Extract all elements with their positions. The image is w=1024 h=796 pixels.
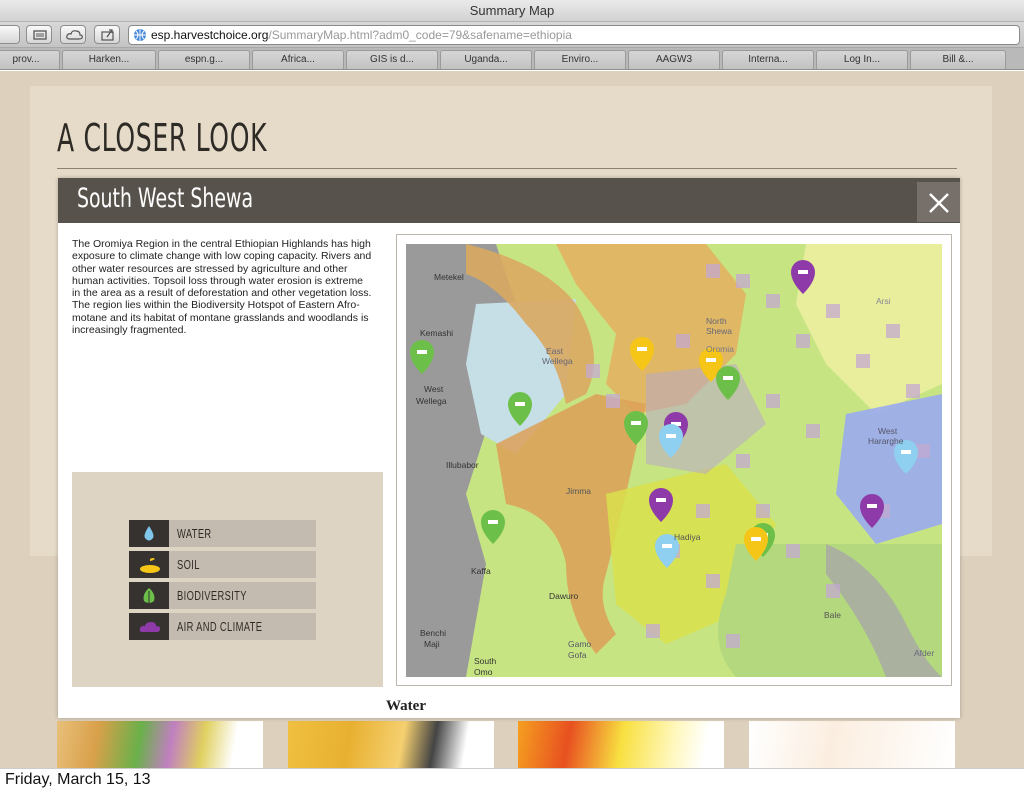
globe-icon [134,29,146,41]
map-label: Maji [424,639,440,649]
close-icon [929,193,949,213]
bookmark-item[interactable]: Harken... [62,50,156,69]
url-host: esp.harvestchoice.org [151,28,269,42]
reader-button[interactable] [26,25,52,44]
map-label: Gamo [568,639,591,649]
cloud-icon [139,622,161,632]
map-label: Benchi [420,628,446,638]
share-icon [101,29,114,41]
map-label: North [706,316,727,326]
map-label: Kemashi [420,328,453,338]
map-label: Wellega [542,356,573,366]
section-label-water: Water [386,698,426,714]
legend-icon-box [129,551,169,578]
title-divider [57,168,957,169]
map-label: Afder [914,648,934,658]
map-label: Jimma [566,486,591,496]
modal-title: South West Shewa [77,183,254,214]
cloud-icon [66,30,83,40]
bookmark-item[interactable]: Interna... [722,50,814,69]
legend-icon-box [129,582,169,609]
sidebar-button[interactable] [0,25,20,44]
slide-footer [0,768,1024,796]
map-label: Illubabor [446,460,479,470]
thumbnail-map-2[interactable] [288,721,494,768]
bookmark-item[interactable]: Africa... [252,50,344,69]
thumbnail-map-4[interactable] [749,721,955,768]
map-canvas: Metekel Kemashi West Wellega East Welleg… [406,244,942,677]
legend-panel: WATER SOIL BIODIVERSITY AIR AND CLIMATE [72,472,383,687]
bookmark-item[interactable]: Bill &... [910,50,1006,69]
leaf-icon [143,588,155,604]
bookmark-item[interactable]: Log In... [816,50,908,69]
reader-icon [33,30,47,40]
map-label: Dawuro [549,591,579,601]
map-label: Metekel [434,272,464,282]
map-label: Gofa [568,650,587,660]
browser-toolbar: esp.harvestchoice.org/SummaryMap.html?ad… [0,22,1024,48]
plant-soil-icon [140,558,160,573]
bookmark-item[interactable]: prov... [0,50,60,69]
region-map[interactable]: Metekel Kemashi West Wellega East Welleg… [406,244,942,677]
legend-item-air-climate[interactable]: AIR AND CLIMATE [129,613,316,640]
bookmarks-bar: prov... Harken... espn.g... Africa... GI… [0,48,1024,70]
map-label: West [878,426,898,436]
legend-item-water[interactable]: WATER [129,520,316,547]
window-title-bar: Summary Map [0,0,1024,22]
map-label: Arsi [876,296,891,306]
map-label: Hararghe [868,436,904,446]
legend-icon-box [129,613,169,640]
bookmark-item[interactable]: Enviro... [534,50,626,69]
bookmark-item[interactable]: AAGW3 [628,50,720,69]
close-button[interactable] [917,182,960,222]
thumbnail-map-1[interactable] [57,721,263,768]
bookmark-item[interactable]: Uganda... [440,50,532,69]
share-button[interactable] [94,25,120,44]
map-label: Oromia [706,344,734,354]
legend-label: WATER [177,526,212,541]
legend-label: AIR AND CLIMATE [177,619,263,634]
icloud-button[interactable] [60,25,86,44]
map-label: Omo [474,667,493,677]
region-description: The Oromiya Region in the central Ethiop… [72,238,372,337]
map-label: Wellega [416,396,447,406]
legend-item-soil[interactable]: SOIL [129,551,316,578]
bookmark-item[interactable]: GIS is d... [346,50,438,69]
map-label: West [424,384,444,394]
thumbnail-map-3[interactable] [518,721,724,768]
address-bar[interactable]: esp.harvestchoice.org/SummaryMap.html?ad… [128,25,1020,45]
bookmark-item[interactable]: espn.g... [158,50,250,69]
legend-icon-box [129,520,169,547]
window-title: Summary Map [469,3,555,18]
water-drop-icon [144,526,154,541]
map-label: South [474,656,496,666]
modal-header: South West Shewa [58,178,960,223]
legend-label: SOIL [177,557,200,572]
map-label: Hadiya [674,532,701,542]
map-label: Shewa [706,326,732,336]
url-path: /SummaryMap.html?adm0_code=79&safename=e… [268,28,572,42]
legend-item-biodiversity[interactable]: BIODIVERSITY [129,582,316,609]
map-label: East [546,346,564,356]
region-modal: South West Shewa The Oromiya Region in t… [58,178,960,718]
map-label: Kaffa [471,566,491,576]
footer-date: Friday, March 15, 13 [5,771,151,788]
map-frame: Metekel Kemashi West Wellega East Welleg… [396,234,952,686]
map-label: Bale [824,610,841,620]
legend-label: BIODIVERSITY [177,588,247,603]
page-title: A CLOSER LOOK [57,116,268,160]
